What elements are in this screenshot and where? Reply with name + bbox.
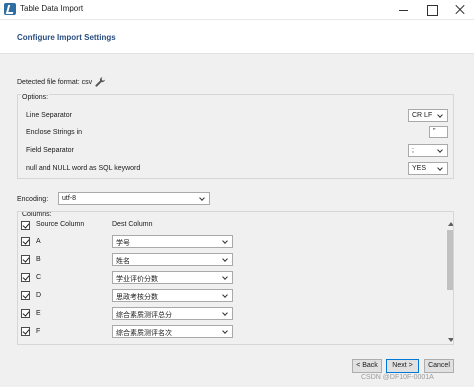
chevron-down-icon	[222, 256, 228, 262]
close-button[interactable]	[446, 0, 474, 20]
field-separator-label: Field Separator	[26, 147, 74, 154]
options-group: Options: Line Separator CR LF Enclose St…	[17, 94, 454, 179]
field-separator-select[interactable]: ;	[408, 144, 448, 157]
encoding-label: Encoding:	[17, 196, 49, 203]
dest-column-select-d[interactable]: 思政考核分数	[112, 289, 233, 302]
dest-column-header: Dest Column	[112, 221, 153, 228]
source-column-header: Source Column	[36, 221, 85, 228]
source-column-name: E	[36, 310, 41, 317]
columns-scrollbar[interactable]	[446, 220, 453, 344]
watermark: CSDN @DF10F-0001A	[361, 374, 434, 381]
column-checkbox-d[interactable]	[21, 291, 30, 300]
chevron-down-icon	[437, 147, 443, 153]
page-title: Configure Import Settings	[17, 33, 116, 42]
next-button[interactable]: Next >	[386, 359, 419, 373]
null-keyword-label: null and NULL word as SQL keyword	[26, 165, 141, 172]
cancel-button[interactable]: Cancel	[424, 359, 454, 373]
null-keyword-select[interactable]: YES	[408, 162, 448, 175]
maximize-button[interactable]	[418, 0, 446, 20]
columns-group-label: Columns:	[21, 211, 53, 218]
columns-group: Columns: Source Column Dest Column A 学号 …	[17, 211, 454, 345]
minimize-button[interactable]	[390, 0, 418, 20]
app-icon	[4, 3, 16, 15]
column-checkbox-e[interactable]	[21, 309, 30, 318]
line-separator-select[interactable]: CR LF	[408, 109, 448, 122]
chevron-down-icon	[437, 165, 443, 171]
source-column-name: D	[36, 292, 42, 299]
scroll-down-icon[interactable]	[448, 338, 453, 342]
source-column-name: C	[36, 274, 42, 281]
chevron-down-icon	[437, 112, 443, 118]
source-column-name: B	[36, 256, 41, 263]
back-button[interactable]: < Back	[352, 359, 382, 373]
options-group-label: Options:	[21, 94, 50, 101]
column-checkbox-a[interactable]	[21, 237, 30, 246]
chevron-down-icon	[199, 195, 205, 201]
chevron-down-icon	[222, 274, 228, 280]
select-all-checkbox[interactable]	[21, 221, 30, 230]
encoding-select[interactable]: utf-8	[58, 192, 210, 205]
scroll-up-icon[interactable]	[448, 222, 453, 226]
chevron-down-icon	[222, 328, 228, 334]
chevron-down-icon	[222, 292, 228, 298]
source-column-name: F	[36, 328, 41, 335]
enclose-strings-label: Enclose Strings in	[26, 129, 83, 136]
line-separator-label: Line Separator	[26, 112, 72, 119]
dest-column-select-e[interactable]: 综合素质测评总分	[112, 307, 233, 320]
column-checkbox-f[interactable]	[21, 327, 30, 336]
dest-column-select-c[interactable]: 学业评价分数	[112, 271, 233, 284]
dest-column-select-f[interactable]: 综合素质测评名次	[112, 325, 233, 338]
dest-column-select-b[interactable]: 姓名	[112, 253, 233, 266]
wrench-icon[interactable]	[94, 76, 106, 88]
column-checkbox-b[interactable]	[21, 255, 30, 264]
title-bar: Table Data Import	[0, 0, 474, 20]
enclose-strings-input[interactable]: "	[429, 126, 448, 138]
window-title: Table Data Import	[20, 4, 84, 13]
chevron-down-icon	[222, 238, 228, 244]
dest-column-select-a[interactable]: 学号	[112, 235, 233, 248]
file-format-label: Detected file format: csv	[17, 79, 93, 86]
column-checkbox-c[interactable]	[21, 273, 30, 282]
source-column-name: A	[36, 238, 41, 245]
chevron-down-icon	[222, 310, 228, 316]
scroll-thumb[interactable]	[447, 230, 453, 290]
